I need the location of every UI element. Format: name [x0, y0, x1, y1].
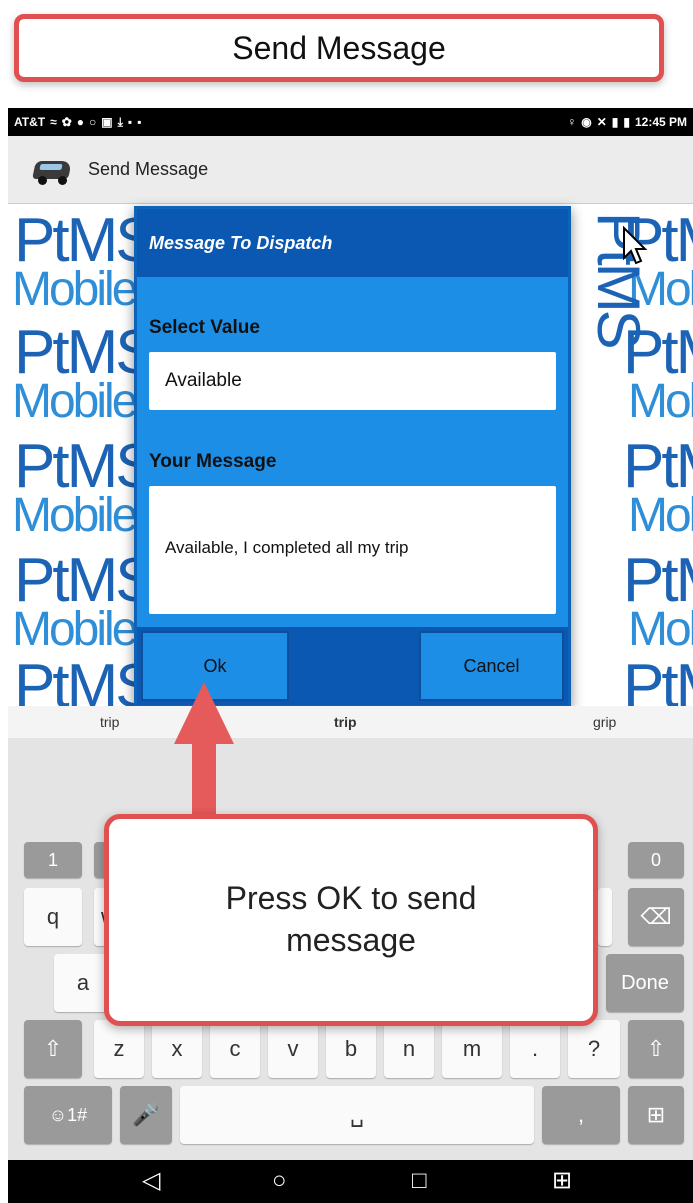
signal-icon: ▮ [611, 115, 619, 129]
navigation-bar: ◁ ○ □ ⊞ [8, 1160, 693, 1203]
annotation-title: Send Message [232, 29, 446, 66]
annotation-instruction: Press OK to send message [225, 880, 477, 958]
brand-mobile: Mobile [12, 603, 138, 656]
done-key[interactable]: Done [606, 954, 684, 1012]
key-z[interactable]: z [94, 1020, 144, 1078]
backspace-key[interactable]: ⌫ [628, 888, 684, 946]
status-bar: AT&T ≈ ✿ ● ○ ▣ ⤓ ▪ ▪ ♀ ◉ ✕ ▮ ▮ 12:45 PM [8, 108, 693, 136]
suggestion-bar: trip trip grip [8, 706, 693, 738]
cancel-button[interactable]: Cancel [419, 631, 564, 701]
location-pin-icon: ♀ [567, 115, 577, 129]
dialog-title: Message To Dispatch [149, 232, 333, 253]
shift-icon: ⇧ [646, 1036, 666, 1061]
app-title: Send Message [88, 159, 209, 179]
key-x[interactable]: x [152, 1020, 202, 1078]
back-icon[interactable]: ◁ [142, 1168, 160, 1194]
brand-mobile: Mobile [12, 263, 138, 316]
mouse-cursor-icon [623, 226, 648, 265]
space-icon: ␣ [350, 1102, 364, 1127]
download-icon: ⤓ [117, 114, 123, 129]
annotation-arrow-shaft [192, 742, 216, 818]
space-key[interactable]: ␣ [180, 1086, 534, 1144]
annotation-arrow-head [174, 682, 234, 744]
shift-key-right[interactable]: ⇧ [628, 1020, 684, 1078]
briefcase-icon: ▪ [137, 115, 142, 129]
location-icon: ● [76, 115, 85, 129]
brand-mobile: Mobile [628, 375, 693, 428]
circle-icon: ○ [89, 115, 97, 129]
alarm-icon: ◉ [581, 115, 592, 129]
microphone-icon: 🎤 [132, 1102, 160, 1127]
key-b[interactable]: b [326, 1020, 376, 1078]
recent-apps-icon[interactable]: □ [412, 1168, 427, 1194]
brand-mobile: Mobile [12, 489, 138, 542]
battery-icon: ▮ [623, 115, 630, 129]
key-n[interactable]: n [384, 1020, 434, 1078]
key-1[interactable]: 1 [24, 842, 82, 878]
select-value-label: Select Value [149, 317, 260, 338]
annotation-callout-top: Send Message [14, 14, 664, 82]
photos-icon: ✿ [61, 115, 72, 129]
shift-icon: ⇧ [43, 1036, 63, 1061]
key-question[interactable]: ? [568, 1020, 620, 1078]
symbols-key[interactable]: ☺1# [24, 1086, 112, 1144]
wifi-icon: ≈ [50, 115, 57, 129]
keyboard-settings-icon: ⊞ [646, 1102, 666, 1127]
key-m[interactable]: m [442, 1020, 502, 1078]
key-v[interactable]: v [268, 1020, 318, 1078]
key-q[interactable]: q [24, 888, 82, 946]
comma-key[interactable]: , [542, 1086, 620, 1144]
home-icon[interactable]: ○ [272, 1168, 287, 1194]
multi-window-icon[interactable]: ⊞ [552, 1168, 572, 1194]
key-c[interactable]: c [210, 1020, 260, 1078]
brand-ptms: PtMS [623, 652, 693, 707]
app-bar: Send Message [8, 136, 693, 204]
clock: 12:45 PM [634, 115, 687, 129]
key-p[interactable] [598, 888, 612, 946]
dialog-header: Message To Dispatch [137, 209, 568, 277]
suggestion-item[interactable]: grip [593, 714, 616, 730]
annotation-callout-bottom: Press OK to send message [104, 814, 598, 1026]
message-dialog: Message To Dispatch Select Value Availab… [134, 206, 571, 708]
carrier-label: AT&T [14, 115, 46, 129]
key-0[interactable]: 0 [628, 842, 684, 878]
suggestion-item[interactable]: trip [100, 714, 119, 730]
suggestion-item[interactable]: trip [334, 714, 357, 730]
screenshot-icon: ▣ [101, 115, 113, 129]
select-value-dropdown[interactable]: Available [149, 352, 556, 410]
emoji-key[interactable]: ⊞ [628, 1086, 684, 1144]
van-icon [30, 155, 74, 185]
key-period[interactable]: . [510, 1020, 560, 1078]
shift-key-left[interactable]: ⇧ [24, 1020, 82, 1078]
brand-mobile: Mobile [12, 375, 138, 428]
voice-key[interactable]: 🎤 [120, 1086, 172, 1144]
mute-icon: ✕ [596, 115, 607, 129]
message-input[interactable]: Available, I completed all my trip [149, 486, 556, 614]
brand-mobile: Mobile [628, 603, 693, 656]
briefcase-icon: ▪ [127, 115, 133, 129]
brand-ptms: PtMS [14, 652, 157, 707]
brand-mobile: Mobile [628, 489, 693, 542]
your-message-label: Your Message [149, 451, 277, 472]
backspace-icon: ⌫ [640, 904, 672, 929]
